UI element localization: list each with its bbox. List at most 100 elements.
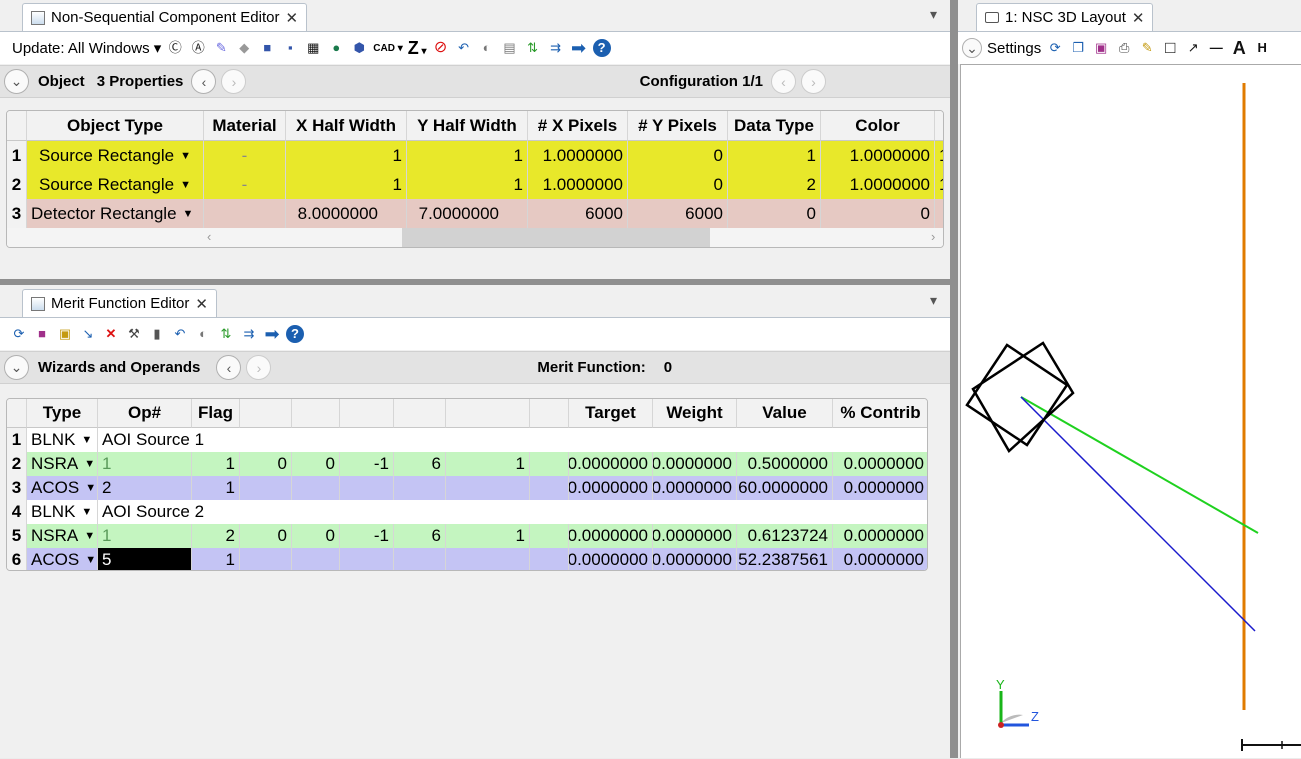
extra-cell[interactable] (935, 199, 943, 228)
col-color[interactable]: Color (821, 111, 935, 141)
col-x-half-width[interactable]: X Half Width (286, 111, 407, 141)
contrib-cell[interactable]: 0.0000000 (833, 452, 927, 476)
z-dropdown[interactable]: Z ▾ (408, 38, 427, 59)
flag-cell[interactable]: 1 (192, 452, 240, 476)
dropdown-arrow-icon[interactable]: ▼ (85, 482, 96, 494)
weight-cell[interactable]: 0.0000000 (653, 476, 737, 500)
param-cell[interactable]: 1 (446, 524, 530, 548)
scroll-left-icon[interactable]: ‹ (207, 229, 211, 244)
param-cell[interactable] (240, 476, 292, 500)
col-type[interactable]: Type (27, 399, 98, 428)
toggle-icon[interactable]: ◐ (478, 39, 496, 57)
param-cell[interactable]: 1 (446, 452, 530, 476)
save-icon[interactable]: ▣ (1092, 39, 1110, 57)
col-param-5[interactable] (446, 399, 530, 428)
load-icon[interactable]: ▣ (56, 325, 74, 343)
tab-mfe[interactable]: Merit Function Editor ✕ (22, 289, 217, 317)
dropdown-arrow-icon[interactable]: ▼ (81, 506, 92, 518)
y-pixels-cell[interactable]: 6000 (628, 199, 728, 228)
param-cell[interactable] (292, 548, 340, 570)
swap-icon[interactable]: ⇅ (524, 39, 542, 57)
flag-cell[interactable]: 2 (192, 524, 240, 548)
tab-nsce[interactable]: Non-Sequential Component Editor ✕ (22, 3, 308, 31)
y-half-width-cell[interactable]: 1 (407, 170, 528, 199)
dropdown-arrow-icon[interactable]: ▼ (84, 458, 95, 470)
type-cell[interactable]: ACOS ▼ (27, 476, 98, 500)
op-cell[interactable]: 1 (98, 524, 192, 548)
op-cell[interactable]: 1 (98, 452, 192, 476)
param-cell[interactable]: -1 (340, 524, 394, 548)
type-cell[interactable]: NSRA ▼ (27, 524, 98, 548)
config-prev-button[interactable]: ‹ (771, 69, 796, 94)
object-type-cell[interactable]: Detector Rectangle ▼ (27, 199, 204, 228)
col-param-6[interactable] (530, 399, 569, 428)
y-half-width-cell[interactable]: 7.0000000 (407, 199, 528, 228)
target-cell[interactable]: 0.0000000 (569, 548, 653, 570)
target-cell[interactable]: 0.0000000 (569, 476, 653, 500)
close-icon[interactable]: ✕ (1132, 9, 1145, 27)
arrow-right-icon[interactable]: ➡ (263, 325, 281, 343)
close-icon[interactable]: ✕ (285, 9, 298, 27)
chevron-right-icon[interactable]: › (246, 355, 272, 380)
cube-icon[interactable]: ■ (258, 39, 276, 57)
col-y-pixels[interactable]: # Y Pixels (628, 111, 728, 141)
update-dropdown[interactable]: Update: All Windows ▾ (12, 39, 161, 57)
x-pixels-cell[interactable]: 1.0000000 (528, 141, 628, 170)
dropdown-arrow-icon[interactable]: ▼ (84, 530, 95, 542)
contrib-cell[interactable]: 0.0000000 (833, 524, 927, 548)
col-weight[interactable]: Weight (653, 399, 737, 428)
scrollbar-thumb[interactable] (402, 228, 710, 247)
dimension-icon[interactable]: H (1253, 39, 1271, 57)
param-cell[interactable] (530, 452, 569, 476)
type-cell[interactable]: BLNK ▼ (27, 428, 98, 452)
print-icon[interactable]: ⎙ (1115, 39, 1133, 57)
param-cell[interactable]: 6 (394, 452, 446, 476)
value-cell[interactable]: 52.2387561 (737, 548, 833, 570)
grid-icon[interactable]: ▦ (304, 39, 322, 57)
data-type-cell[interactable]: 1 (728, 141, 821, 170)
target-cell[interactable]: 0.0000000 (569, 452, 653, 476)
material-cell[interactable]: - (204, 170, 286, 199)
param-cell[interactable]: 6 (394, 524, 446, 548)
value-cell[interactable]: 0.5000000 (737, 452, 833, 476)
refresh-icon[interactable]: ⟳ (1046, 39, 1064, 57)
color-cell[interactable]: 1.0000000 (821, 141, 935, 170)
col-contrib[interactable]: % Contrib (833, 399, 927, 428)
weight-cell[interactable]: 0.0000000 (653, 548, 737, 570)
vertical-splitter[interactable] (950, 0, 958, 758)
hexagon-icon[interactable]: ⬢ (350, 39, 368, 57)
dropdown-arrow-icon[interactable]: ▼ (183, 208, 194, 220)
dropdown-arrow-icon[interactable]: ▼ (85, 554, 96, 566)
dropdown-arrow-icon[interactable]: ▼ (81, 434, 92, 446)
chevron-down-icon[interactable]: ⌄ (962, 38, 982, 58)
param-cell[interactable] (446, 476, 530, 500)
object-type-cell[interactable]: Source Rectangle ▼ (27, 141, 204, 170)
param-cell[interactable] (340, 548, 394, 570)
y-half-width-cell[interactable]: 1 (407, 141, 528, 170)
data-type-cell[interactable]: 2 (728, 170, 821, 199)
collapse-icon[interactable]: ⇉ (547, 39, 565, 57)
op-cell-selected[interactable]: 5 (98, 548, 192, 570)
x-pixels-cell[interactable]: 6000 (528, 199, 628, 228)
chevron-left-icon[interactable]: ‹ (216, 355, 242, 380)
value-cell[interactable]: 0.6123724 (737, 524, 833, 548)
stop-icon[interactable]: ⊘ (432, 39, 450, 57)
arrow-right-icon[interactable]: ➡ (570, 39, 588, 57)
color-cell[interactable]: 0 (821, 199, 935, 228)
flag-cell[interactable]: 1 (192, 548, 240, 570)
param-cell[interactable] (240, 548, 292, 570)
weight-cell[interactable]: 0.0000000 (653, 524, 737, 548)
collapse-icon[interactable]: ⇉ (240, 325, 258, 343)
chevron-down-icon[interactable]: ⌄ (4, 355, 29, 380)
material-cell[interactable]: - (204, 141, 286, 170)
swap-icon[interactable]: ⇅ (217, 325, 235, 343)
x-half-width-cell[interactable]: 1 (286, 141, 407, 170)
comment-cell[interactable]: AOI Source 1 (98, 428, 927, 452)
contrib-cell[interactable]: 0.0000000 (833, 476, 927, 500)
horizontal-scrollbar[interactable]: ‹ › (7, 228, 943, 247)
col-material[interactable]: Material (204, 111, 286, 141)
cad-dropdown[interactable]: CAD ▾ (373, 43, 402, 54)
flag-cell[interactable]: 1 (192, 476, 240, 500)
param-cell[interactable]: -1 (340, 452, 394, 476)
col-x-pixels[interactable]: # X Pixels (528, 111, 628, 141)
